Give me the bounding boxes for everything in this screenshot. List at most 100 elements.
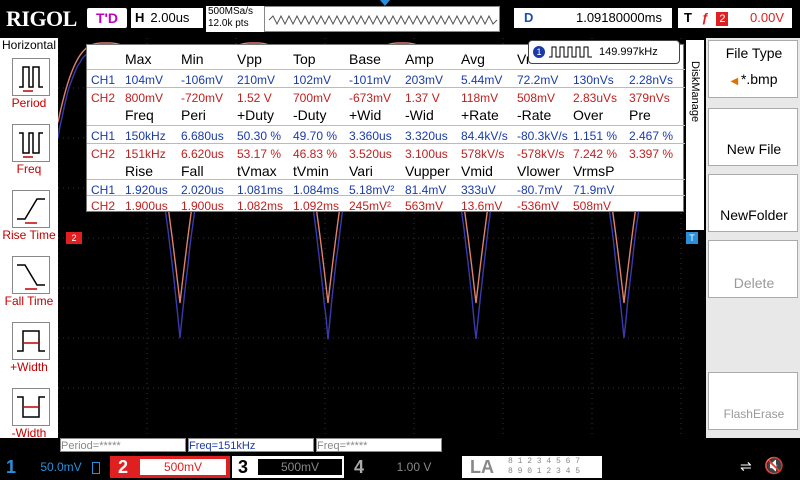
- table-cell: 245mV²: [349, 196, 391, 216]
- ch1-box[interactable]: 1 50.0mV: [0, 456, 106, 478]
- freq2-info: Freq=*****: [316, 438, 442, 452]
- flash-erase-button[interactable]: FlashErase: [708, 372, 798, 430]
- ch3-scale: 500mV: [258, 459, 342, 475]
- measure-neg-width-button[interactable]: -Width: [0, 388, 58, 452]
- freq-label: Freq: [0, 162, 58, 176]
- header-cell: Pre: [629, 105, 651, 125]
- memory-depth: 12.0k pts: [208, 18, 268, 30]
- header-cell: Vpp: [237, 49, 262, 69]
- channel-bar: 1 50.0mV 2 500mV 3 500mV 4 1.00 V LA 8 1…: [0, 454, 800, 480]
- timebase-box[interactable]: H 2.00us: [131, 8, 203, 28]
- rising-edge-icon: ƒ: [702, 10, 709, 25]
- header-cell: Vupper: [405, 161, 450, 181]
- header-cell: Amp: [405, 49, 434, 69]
- ch2-box[interactable]: 2 500mV: [110, 456, 230, 478]
- table-cell: 508mV: [573, 196, 611, 216]
- file-type-button[interactable]: File Type ◀ *.bmp: [708, 40, 798, 98]
- rise-time-label: Rise Time: [0, 228, 58, 242]
- trigger-level-marker[interactable]: T: [686, 232, 698, 244]
- freq-icon: [12, 124, 50, 162]
- measure-row-ch2: CH2 1.900us 1.900us 1.082ms 1.092ms 245m…: [87, 195, 685, 216]
- ch3-box[interactable]: 3 500mV: [232, 456, 344, 478]
- file-type-value: ◀ *.bmp: [709, 71, 799, 87]
- rise-time-icon: [12, 190, 50, 228]
- header-cell: tVmax: [237, 161, 277, 181]
- file-type-value-text: *.bmp: [741, 71, 778, 87]
- la-label: LA: [470, 456, 494, 478]
- freq-counter-channel: 1: [533, 46, 545, 58]
- la-box[interactable]: LA 8 1 2 3 4 5 6 7 8 9 0 1 2 3 4 5: [462, 456, 602, 478]
- period-info: Period=*****: [60, 438, 186, 452]
- ch4-box[interactable]: 4 1.00 V: [348, 456, 458, 478]
- battery-icon: [92, 462, 100, 474]
- period-icon: [12, 58, 50, 96]
- memory-position-strip[interactable]: [264, 6, 500, 32]
- ch2-offset-marker[interactable]: 2: [66, 232, 82, 244]
- delay-box[interactable]: D 1.09180000ms: [514, 8, 672, 28]
- square-wave-icon: [549, 46, 593, 58]
- sample-rate: 500MSa/s: [208, 6, 268, 18]
- fall-time-label: Fall Time: [0, 294, 58, 308]
- memory-waveform-preview: [265, 7, 501, 33]
- ch4-scale: 1.00 V: [372, 459, 456, 475]
- header-cell: Max: [125, 49, 151, 69]
- new-folder-button[interactable]: NewFolder: [708, 174, 798, 232]
- header-cell: -Wid: [405, 105, 434, 125]
- table-cell: -536mV: [517, 196, 559, 216]
- header-cell: Peri: [181, 105, 206, 125]
- header-cell: -Rate: [517, 105, 551, 125]
- speaker-muted-icon[interactable]: 🔇: [764, 456, 784, 476]
- fall-time-icon: [12, 256, 50, 294]
- ch4-number: 4: [354, 456, 364, 478]
- trigger-status-badge: T'D: [87, 8, 127, 28]
- new-file-label: New File: [709, 141, 799, 157]
- pos-width-label: +Width: [0, 360, 58, 374]
- ch1-number: 1: [6, 456, 16, 478]
- header-cell: +Rate: [461, 105, 499, 125]
- neg-width-icon: [12, 388, 50, 426]
- header-cell: tVmin: [293, 161, 329, 181]
- measure-header-row: Rise Fall tVmax tVmin Vari Vupper Vmid V…: [87, 161, 685, 181]
- measure-rise-time-button[interactable]: Rise Time: [0, 190, 58, 254]
- measure-fall-time-button[interactable]: Fall Time: [0, 256, 58, 320]
- la-bits-top: 8 1 2 3 4 5 6 7: [508, 457, 580, 467]
- measure-freq-button[interactable]: Freq: [0, 124, 58, 188]
- table-cell: 563mV: [405, 196, 443, 216]
- header-cell: -Duty: [293, 105, 326, 125]
- ch3-number: 3: [238, 456, 248, 478]
- timebase-value: 2.00us: [150, 10, 189, 25]
- left-arrow-icon: ◀: [730, 76, 740, 87]
- disk-manage-tab[interactable]: DiskManage: [686, 40, 704, 230]
- new-folder-label: NewFolder: [709, 207, 799, 223]
- delete-button[interactable]: Delete: [708, 240, 798, 298]
- header-cell: Base: [349, 49, 381, 69]
- frequency-counter-badge[interactable]: 1 149.997kHz: [528, 40, 680, 64]
- usb-icon: ⇌: [740, 458, 752, 475]
- header-cell: Avg: [461, 49, 485, 69]
- header-cell: Fall: [181, 161, 204, 181]
- header-cell: Vmid: [461, 161, 493, 181]
- delete-label: Delete: [709, 275, 799, 291]
- trigger-level: 0.00V: [750, 8, 784, 28]
- header-cell: Vari: [349, 161, 373, 181]
- header-cell: +Duty: [237, 105, 274, 125]
- pos-width-icon: [12, 322, 50, 360]
- h-label: H: [135, 10, 144, 25]
- measure-period-button[interactable]: Period: [0, 58, 58, 122]
- table-cell: 1.082ms: [237, 196, 283, 216]
- trigger-position-marker: [380, 0, 390, 6]
- table-cell: 13.6mV: [461, 196, 502, 216]
- trigger-box[interactable]: T ƒ 2 0.00V: [678, 8, 792, 28]
- measure-pos-width-button[interactable]: +Width: [0, 322, 58, 386]
- period-label: Period: [0, 96, 58, 110]
- header-cell: Min: [181, 49, 204, 69]
- new-file-button[interactable]: New File: [708, 108, 798, 166]
- disk-manage-menu: File Type ◀ *.bmp New File NewFolder Del…: [706, 38, 800, 438]
- table-cell: 1.092ms: [293, 196, 339, 216]
- la-bits-bottom: 8 9 0 1 2 3 4 5: [508, 467, 580, 477]
- horizontal-measure-panel: Horizontal Period Freq Rise Time Fall Ti…: [0, 38, 58, 438]
- ch2-number: 2: [118, 456, 128, 478]
- file-type-title: File Type: [709, 45, 799, 61]
- measurement-info-bar: Period=***** Freq=151kHz Freq=*****: [58, 438, 684, 454]
- header-cell: Freq: [125, 105, 154, 125]
